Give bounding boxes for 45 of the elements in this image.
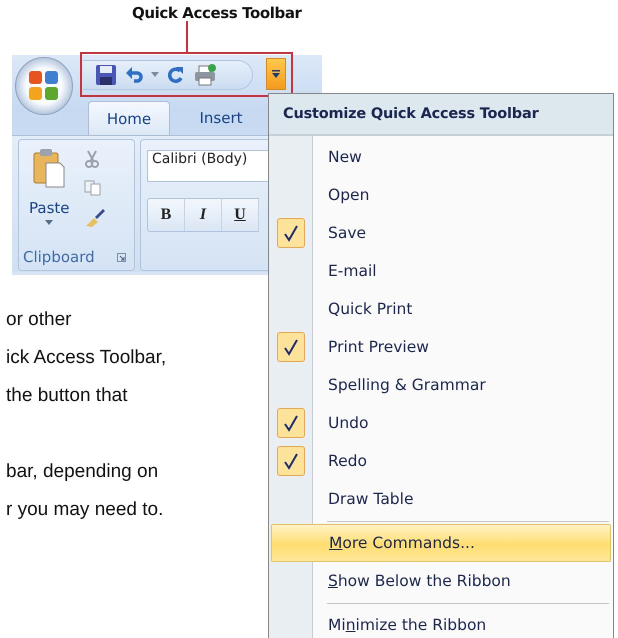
menu-item[interactable]: E-mail	[269, 252, 613, 290]
undo-arrow-icon	[125, 65, 145, 85]
save-button[interactable]	[95, 64, 117, 86]
ribbon-tab[interactable]: Home	[88, 101, 170, 135]
menu-title: Customize Quick Access Toolbar	[269, 94, 613, 136]
menu-item[interactable]: Show Below the Ribbon	[269, 562, 613, 600]
document-text-line: the button that	[6, 384, 128, 408]
clipboard-icon	[32, 148, 66, 188]
ribbon-tab[interactable]: Insert	[180, 101, 262, 135]
paste-button[interactable]: Paste	[29, 148, 70, 248]
format-button[interactable]: U	[222, 199, 259, 231]
document-text-line: or other	[6, 308, 72, 332]
menu-item[interactable]: Draw Table	[269, 480, 613, 518]
menu-item[interactable]: Quick Print	[269, 290, 613, 328]
document-text-line: bar, depending on	[6, 460, 158, 484]
customize-toolbar-button[interactable]	[266, 58, 286, 90]
redo-arrow-icon	[165, 65, 185, 85]
dropdown-caret-icon	[271, 69, 281, 79]
menu-item[interactable]: Redo	[269, 442, 613, 480]
callout-label: Quick Access Toolbar	[132, 3, 302, 22]
format-painter-button[interactable]	[84, 208, 106, 228]
menu-item[interactable]: Minimize the Ribbon	[269, 606, 613, 638]
print-button[interactable]	[193, 64, 217, 86]
undo-dropdown-button[interactable]	[151, 72, 159, 78]
undo-button[interactable]	[125, 65, 145, 85]
printer-icon	[193, 64, 217, 86]
caret-icon	[45, 220, 54, 225]
menu-item[interactable]: More Commands...	[271, 524, 611, 562]
group-label: Clipboard	[23, 248, 95, 266]
paintbrush-icon	[84, 208, 106, 228]
format-button[interactable]: I	[185, 199, 222, 231]
launcher-arrow-icon	[117, 252, 126, 262]
copy-icon	[84, 180, 102, 196]
menu-item[interactable]: Spelling & Grammar	[269, 366, 613, 404]
document-text-line: r you may need to.	[6, 498, 164, 522]
menu-item[interactable]: Print Preview	[269, 328, 613, 366]
format-button[interactable]: B	[148, 199, 185, 231]
redo-button[interactable]	[165, 65, 185, 85]
office-logo-icon	[27, 69, 61, 103]
document-text-line: ick Access Toolbar,	[6, 346, 166, 370]
scissors-icon	[84, 150, 100, 168]
dialog-launcher-button[interactable]	[117, 252, 126, 262]
menu-item[interactable]: Undo	[269, 404, 613, 442]
menu-item[interactable]: Save	[269, 214, 613, 252]
caret-icon	[151, 72, 159, 78]
